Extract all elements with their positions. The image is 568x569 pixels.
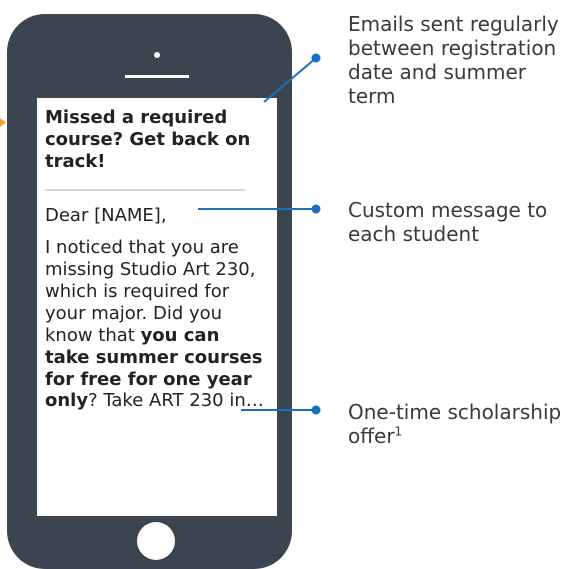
connector-frequency xyxy=(263,57,317,103)
callout-scholarship: One-time scholarship offer1 xyxy=(348,400,563,448)
connector-dot-frequency xyxy=(311,53,321,63)
callout-email-frequency: Emails sent regularly between registrati… xyxy=(348,12,559,108)
connector-dot-custom xyxy=(311,204,321,214)
callout-scholarship-text: One-time scholarship offer xyxy=(348,400,562,448)
callout-custom-message: Custom message to each student xyxy=(348,198,548,246)
connector-dot-scholarship xyxy=(311,405,321,415)
footnote-marker: 1 xyxy=(394,424,403,439)
